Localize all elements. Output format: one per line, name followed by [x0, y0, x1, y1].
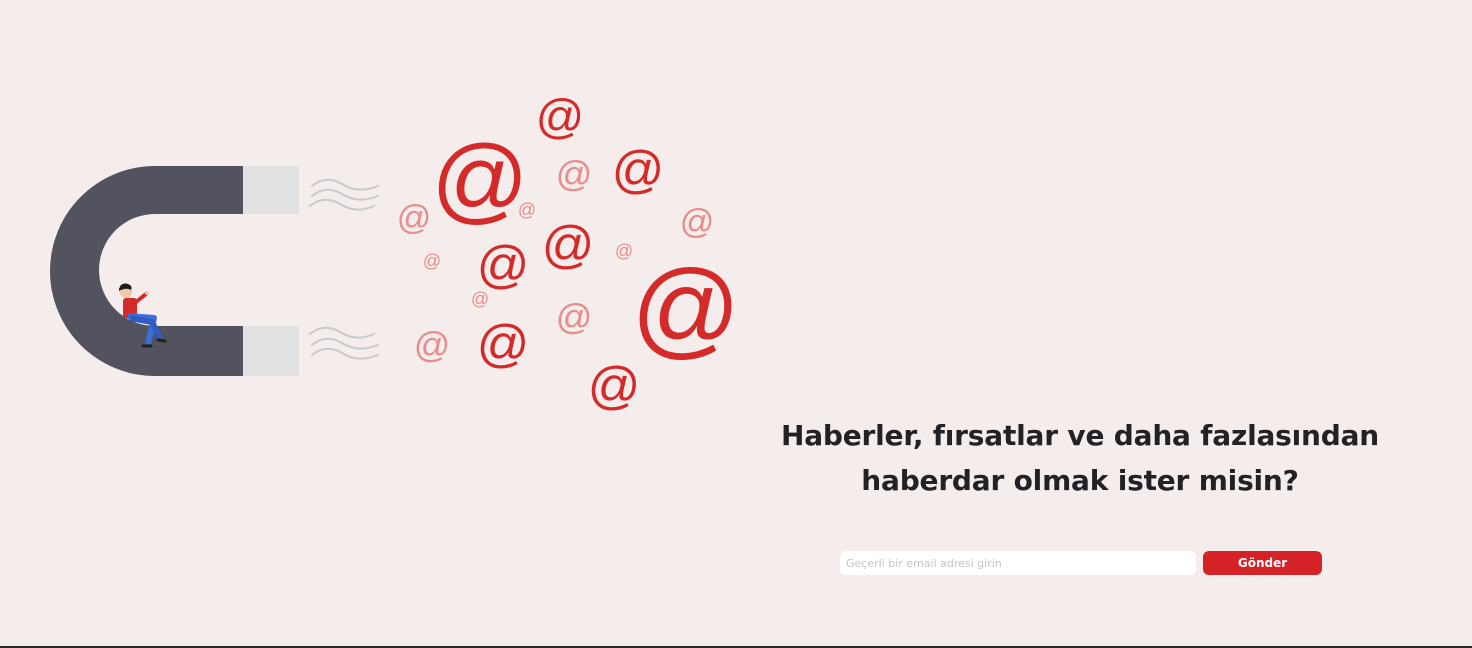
magnet-icon: [50, 166, 379, 376]
headline-line-1: Haberler, fırsatlar ve daha fazlasından: [780, 419, 1380, 452]
at-sign-icon: @: [679, 203, 715, 241]
submit-button[interactable]: Gönder: [1203, 551, 1322, 575]
at-sign-icon: @: [541, 216, 595, 274]
at-sign-icon: @: [535, 91, 585, 144]
newsletter-headline: Haberler, fırsatlar ve daha fazlasından …: [760, 413, 1400, 503]
at-sign-icon: @: [631, 247, 741, 368]
at-sign-icon: @: [611, 141, 665, 199]
at-sign-icon: @: [431, 126, 529, 233]
at-sign-icon: @: [422, 251, 442, 271]
at-sign-icon: @: [476, 236, 530, 294]
email-field[interactable]: [840, 551, 1196, 575]
at-sign-icon: @: [476, 315, 530, 373]
newsletter-illustration: @ @ @ @ @ @ @ @ @ @ @ @ @ @ @ @ @: [0, 0, 760, 430]
newsletter-form: Gönder: [840, 551, 1322, 575]
at-sign-icon: @: [517, 200, 537, 220]
at-sign-icon: @: [587, 357, 641, 415]
at-sign-icon: @: [555, 296, 593, 337]
at-sign-icon: @: [470, 289, 490, 309]
at-sign-icon: @: [555, 153, 593, 194]
at-sign-icon: @: [413, 324, 451, 365]
headline-line-2: haberdar olmak ister misin?: [861, 464, 1299, 497]
at-sign-icon: @: [396, 199, 432, 237]
